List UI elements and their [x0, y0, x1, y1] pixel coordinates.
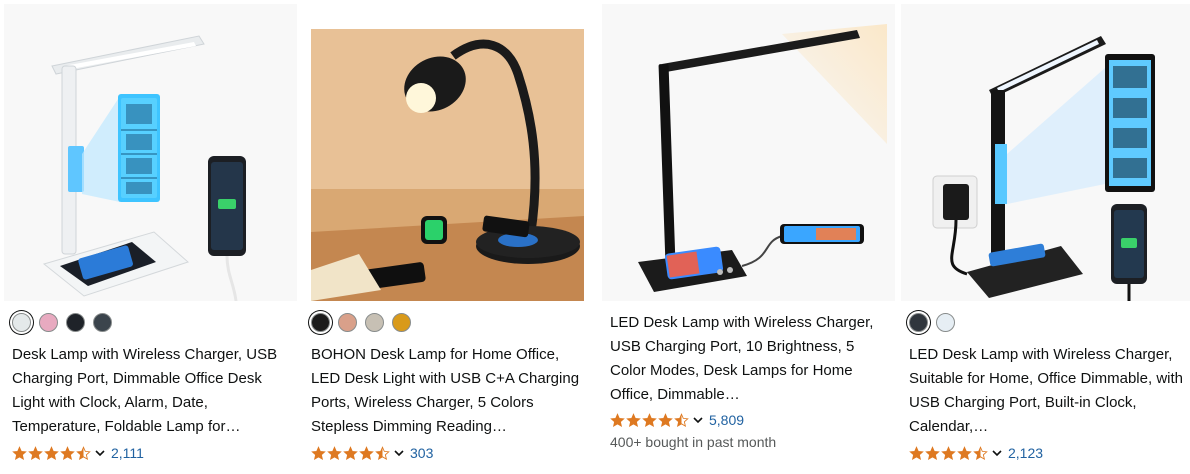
- color-swatch[interactable]: [93, 313, 112, 332]
- chevron-down-icon[interactable]: [692, 414, 704, 426]
- product-image[interactable]: [4, 4, 297, 301]
- star-rating: [909, 445, 988, 461]
- chevron-down-icon[interactable]: [94, 447, 106, 459]
- color-swatch[interactable]: [365, 313, 384, 332]
- color-swatch[interactable]: [338, 313, 357, 332]
- review-count-link[interactable]: 303: [410, 445, 433, 461]
- rating-row[interactable]: 5,809: [610, 410, 744, 430]
- product-image-graphic: [303, 4, 596, 301]
- color-swatch[interactable]: [392, 313, 411, 332]
- color-swatches: [311, 313, 411, 335]
- star-icon: [44, 445, 59, 460]
- star-icon: [658, 412, 673, 427]
- star-rating: [311, 445, 390, 461]
- star-icon: [60, 445, 75, 460]
- color-swatch[interactable]: [66, 313, 85, 332]
- bought-past-month: 400+ bought in past month: [610, 434, 777, 450]
- color-swatches: [12, 313, 112, 335]
- review-count-link[interactable]: 2,111: [111, 445, 144, 461]
- review-count-link[interactable]: 2,123: [1008, 445, 1043, 461]
- half-star-icon: [674, 412, 689, 427]
- color-swatch[interactable]: [311, 313, 330, 332]
- chevron-down-icon[interactable]: [991, 447, 1003, 459]
- star-icon: [327, 445, 342, 460]
- product-card: BOHON Desk Lamp for Home Office, LED Des…: [303, 4, 596, 474]
- star-icon: [642, 412, 657, 427]
- half-star-icon: [375, 445, 390, 460]
- color-swatch[interactable]: [39, 313, 58, 332]
- product-card: Desk Lamp with Wireless Charger, USB Cha…: [4, 4, 297, 474]
- product-title[interactable]: BOHON Desk Lamp for Home Office, LED Des…: [311, 343, 587, 439]
- rating-row[interactable]: 2,123: [909, 443, 1043, 463]
- product-image[interactable]: [901, 4, 1190, 301]
- star-icon: [28, 445, 43, 460]
- product-title[interactable]: LED Desk Lamp with Wireless Charger, USB…: [610, 311, 886, 407]
- star-icon: [626, 412, 641, 427]
- half-star-icon: [76, 445, 91, 460]
- color-swatches: [909, 313, 955, 335]
- color-swatch[interactable]: [909, 313, 928, 332]
- star-rating: [610, 412, 689, 428]
- star-rating: [12, 445, 91, 461]
- product-image[interactable]: [602, 4, 895, 301]
- star-icon: [610, 412, 625, 427]
- rating-row[interactable]: 303: [311, 443, 433, 463]
- review-count-link[interactable]: 5,809: [709, 412, 744, 428]
- product-image-graphic: [4, 4, 297, 301]
- color-swatch[interactable]: [12, 313, 31, 332]
- star-icon: [311, 445, 326, 460]
- half-star-icon: [973, 445, 988, 460]
- product-title[interactable]: Desk Lamp with Wireless Charger, USB Cha…: [12, 343, 288, 439]
- product-image-graphic: [901, 4, 1190, 301]
- product-title[interactable]: LED Desk Lamp with Wireless Charger, Sui…: [909, 343, 1185, 439]
- product-card: LED Desk Lamp with Wireless Charger, USB…: [602, 4, 895, 474]
- rating-row[interactable]: 2,111: [12, 443, 144, 463]
- product-image[interactable]: [303, 4, 596, 301]
- star-icon: [941, 445, 956, 460]
- chevron-down-icon[interactable]: [393, 447, 405, 459]
- product-card: LED Desk Lamp with Wireless Charger, Sui…: [901, 4, 1190, 474]
- star-icon: [343, 445, 358, 460]
- star-icon: [909, 445, 924, 460]
- star-icon: [957, 445, 972, 460]
- product-image-graphic: [602, 4, 895, 301]
- color-swatch[interactable]: [936, 313, 955, 332]
- star-icon: [359, 445, 374, 460]
- star-icon: [12, 445, 27, 460]
- star-icon: [925, 445, 940, 460]
